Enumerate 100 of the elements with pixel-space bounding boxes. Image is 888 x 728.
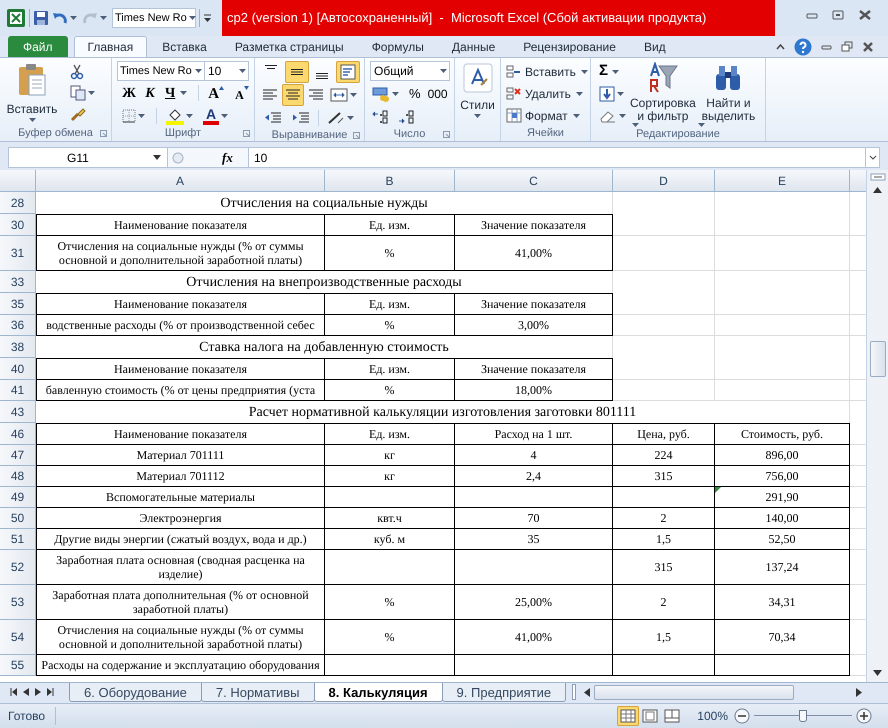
- row-header[interactable]: 54: [10, 628, 24, 646]
- scroll-up-icon[interactable]: [873, 187, 882, 193]
- split-handle[interactable]: [572, 684, 576, 700]
- column-header[interactable]: A: [176, 172, 184, 190]
- font-size-field[interactable]: 10: [205, 61, 249, 81]
- find-select-button[interactable]: Найти и выделить: [696, 61, 761, 127]
- zoom-slider[interactable]: [754, 708, 852, 724]
- zoom-out-icon[interactable]: [734, 708, 750, 724]
- previous-sheet-icon[interactable]: [23, 688, 29, 696]
- last-sheet-icon[interactable]: [47, 688, 54, 696]
- table-header-cell: Значение показателя: [480, 297, 586, 311]
- paste-button[interactable]: Вставить: [4, 61, 60, 126]
- align-center-button[interactable]: [282, 84, 304, 106]
- page-icon: [664, 709, 680, 723]
- ribbon-tab[interactable]: Вид: [630, 36, 679, 57]
- table-cell: Вспомогательные материалы: [106, 490, 255, 504]
- status-text: Готово: [8, 707, 56, 725]
- number-format-field[interactable]: Общий: [370, 61, 450, 81]
- sort-filter-button[interactable]: Сортировка и фильтр: [630, 61, 696, 127]
- thousands-button[interactable]: 000: [426, 84, 449, 104]
- window-title: cp2 (version 1) [Автосохраненный] - Microsoft Excel (Сбой активации продукта): [227, 9, 706, 28]
- ribbon-tab[interactable]: Формулы: [358, 36, 437, 57]
- scroll-thumb[interactable]: [870, 341, 886, 377]
- underline-button[interactable]: Ч: [162, 83, 190, 103]
- undo-button[interactable]: [52, 10, 79, 26]
- row-header[interactable]: 53: [10, 593, 24, 611]
- styles-button[interactable]: Стили: [459, 61, 496, 126]
- column-header[interactable]: D: [659, 172, 668, 190]
- indent-icon: [292, 110, 310, 124]
- sheet-tab[interactable]: 8. Калькуляция: [314, 683, 443, 702]
- italic-button[interactable]: К: [141, 83, 159, 103]
- delete-cells-button[interactable]: Удалить: [506, 83, 585, 104]
- table-cell: 41,00%: [515, 630, 552, 644]
- next-sheet-icon[interactable]: [35, 688, 41, 696]
- table-cell: 70,34: [768, 630, 796, 644]
- table-cell: 52,50: [768, 532, 796, 546]
- group-label: Выравнивание: [272, 128, 348, 144]
- format-cells-button[interactable]: Формат: [506, 105, 585, 126]
- insert-cells-button[interactable]: Вставить: [506, 61, 585, 82]
- font-name-field[interactable]: Times New Ro: [117, 61, 205, 81]
- normal-view-button[interactable]: [617, 706, 640, 726]
- group-label: Редактирование: [636, 127, 720, 142]
- expand-formula-button[interactable]: [866, 147, 880, 168]
- align-middle-button[interactable]: [284, 61, 308, 83]
- scroll-right-icon[interactable]: [856, 688, 862, 696]
- minimize-icon[interactable]: [821, 42, 832, 50]
- font-color-button[interactable]: A: [201, 105, 232, 126]
- slider-thumb[interactable]: [799, 710, 807, 722]
- table-header-cell: Наименование показателя: [114, 362, 247, 376]
- row-header[interactable]: 52: [10, 558, 24, 576]
- table-cell: 4: [530, 448, 536, 462]
- autosum-button[interactable]: Σ: [597, 61, 630, 82]
- shrink-font-button[interactable]: A: [235, 83, 249, 103]
- sheet-tab[interactable]: 7. Нормативы: [200, 683, 315, 702]
- zoom-in-icon[interactable]: [856, 708, 872, 724]
- close-icon[interactable]: [862, 42, 874, 52]
- scroll-down-icon[interactable]: [873, 670, 882, 676]
- caret-icon: [221, 114, 228, 118]
- insert-function-button[interactable]: fx: [222, 148, 233, 168]
- help-icon[interactable]: [794, 38, 812, 56]
- column-header[interactable]: B: [385, 172, 394, 190]
- outdent-icon: [264, 110, 282, 124]
- ribbon-tab[interactable]: Разметка страницы: [222, 36, 357, 57]
- column-header[interactable]: E: [778, 172, 786, 190]
- name-box[interactable]: G11: [8, 147, 168, 168]
- font-name-field[interactable]: Times New Ro: [112, 8, 196, 28]
- table-cell: 35: [528, 532, 540, 546]
- caret-icon: [195, 69, 202, 73]
- sheet-tab[interactable]: 9. Предприятие: [442, 683, 566, 702]
- scroll-thumb[interactable]: [594, 684, 794, 700]
- scroll-left-icon[interactable]: [584, 688, 590, 696]
- row-header[interactable]: 31: [10, 244, 24, 262]
- caret-icon: [350, 93, 357, 97]
- table-cell: 1,5: [656, 630, 671, 644]
- caret-icon: [612, 70, 620, 74]
- bold-button[interactable]: Ж: [120, 83, 138, 103]
- redo-button[interactable]: [82, 10, 109, 26]
- ribbon-tab[interactable]: Данные: [438, 36, 508, 57]
- customize-toolbar-icon[interactable]: [203, 14, 212, 22]
- caret-icon: [617, 92, 624, 96]
- sheet-tab[interactable]: 6. Оборудование: [69, 683, 202, 702]
- grow-font-button[interactable]: A: [208, 83, 224, 103]
- restore-icon[interactable]: [841, 41, 853, 52]
- first-sheet-icon[interactable]: [10, 688, 17, 696]
- split-box-icon[interactable]: [870, 173, 886, 181]
- percent-button[interactable]: %: [406, 84, 424, 104]
- ribbon-tab[interactable]: Вставка: [149, 36, 220, 57]
- ribbon-tab[interactable]: Главная: [74, 36, 148, 57]
- table-header-cell: Ед. изм.: [368, 218, 410, 232]
- wrap-text-button[interactable]: [336, 61, 360, 83]
- undo-icon: [52, 10, 68, 26]
- close-icon[interactable]: [858, 10, 872, 20]
- save-icon[interactable]: [33, 10, 49, 26]
- column-header[interactable]: C: [529, 172, 538, 190]
- collapse-ribbon-icon[interactable]: [776, 44, 785, 50]
- formula-input[interactable]: 10: [248, 147, 866, 168]
- lines-icon: [264, 65, 277, 69]
- maximize-icon[interactable]: [832, 10, 844, 20]
- ribbon-tab[interactable]: Рецензирование: [510, 36, 629, 57]
- file-tab[interactable]: Файл: [8, 36, 68, 57]
